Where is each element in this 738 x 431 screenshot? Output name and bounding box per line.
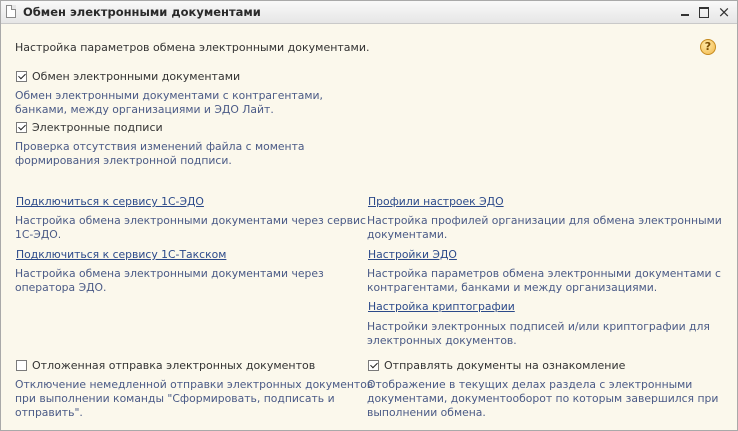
- deferred-desc-line: отправить".: [15, 406, 83, 419]
- send-for-review-checkbox[interactable]: [368, 360, 379, 371]
- signatures-label[interactable]: Электронные подписи: [32, 121, 163, 134]
- title-bar: Обмен электронными документами ×: [1, 1, 737, 24]
- review-desc-line: Отображение в текущих делах раздела с эл…: [367, 378, 693, 391]
- minimize-icon: [681, 14, 689, 16]
- crypto-desc-line: электронных документов.: [367, 334, 517, 347]
- edo-settings-desc-line: Настройка параметров обмена электронными…: [367, 267, 721, 280]
- window-title: Обмен электронными документами: [23, 5, 261, 19]
- help-icon[interactable]: ?: [700, 39, 716, 55]
- edo-description: Обмен электронными документами с контраг…: [15, 89, 323, 117]
- signatures-description: Проверка отсутствия изменений файла с мо…: [15, 140, 305, 168]
- send-for-review-description: Отображение в текущих делах раздела с эл…: [367, 378, 718, 420]
- crypto-settings-description: Настройки электронных подписей и/или кри…: [367, 320, 710, 348]
- review-desc-line: документами, документооборот по которым …: [367, 392, 719, 405]
- edo-label[interactable]: Обмен электронными документами: [32, 70, 240, 83]
- edo-desc-line: Обмен электронными документами с контраг…: [15, 89, 323, 102]
- connect-1c-edo-desc-line: Настройка обмена электронными документам…: [15, 214, 366, 227]
- maximize-icon: [699, 7, 709, 18]
- connect-taxcom-link[interactable]: Подключиться к сервису 1С-Такском: [16, 248, 226, 261]
- signatures-checkbox[interactable]: [16, 122, 27, 133]
- edo-profiles-description: Настройка профилей организации для обмен…: [367, 214, 722, 242]
- deferred-sending-checkbox[interactable]: [16, 360, 27, 371]
- crypto-desc-line: Настройки электронных подписей и/или кри…: [367, 320, 710, 333]
- edo-settings-link[interactable]: Настройки ЭДО: [368, 248, 457, 261]
- edo-settings-desc-line: контрагентами, банками и между организац…: [367, 281, 658, 294]
- connect-taxcom-desc-line: оператора ЭДО.: [15, 281, 107, 294]
- connect-1c-edo-description: Настройка обмена электронными документам…: [15, 214, 366, 242]
- settings-window: Обмен электронными документами × Настрой…: [0, 0, 738, 431]
- deferred-desc-line: Отключение немедленной отправки электрон…: [15, 378, 374, 391]
- connect-1c-edo-desc-line: 1С-ЭДО.: [15, 228, 62, 241]
- crypto-settings-link[interactable]: Настройка криптографии: [368, 300, 515, 313]
- review-desc-line: выполнении обмена.: [367, 406, 486, 419]
- document-icon: [6, 5, 16, 18]
- edo-profiles-desc-line: Настройка профилей организации для обмен…: [367, 214, 722, 227]
- maximize-button[interactable]: [696, 4, 712, 20]
- header-text: Настройка параметров обмена электронными…: [15, 41, 370, 54]
- signatures-desc-line: формирования электронной подписи.: [15, 154, 232, 167]
- send-for-review-label[interactable]: Отправлять документы на ознакомление: [384, 359, 625, 372]
- connect-taxcom-description: Настройка обмена электронными документам…: [15, 267, 324, 295]
- connect-1c-edo-link[interactable]: Подключиться к сервису 1С-ЭДО: [16, 195, 204, 208]
- close-button[interactable]: ×: [716, 4, 732, 20]
- edo-settings-description: Настройка параметров обмена электронными…: [367, 267, 721, 295]
- connect-taxcom-desc-line: Настройка обмена электронными документам…: [15, 267, 324, 280]
- signatures-desc-line: Проверка отсутствия изменений файла с мо…: [15, 140, 305, 153]
- edo-desc-line: банками, между организациями и ЭДО Лайт.: [15, 103, 274, 116]
- minimize-button[interactable]: [677, 4, 693, 20]
- edo-profiles-link[interactable]: Профили настроек ЭДО: [368, 195, 504, 208]
- edo-checkbox[interactable]: [16, 71, 27, 82]
- deferred-sending-label[interactable]: Отложенная отправка электронных документ…: [32, 359, 315, 372]
- deferred-sending-description: Отключение немедленной отправки электрон…: [15, 378, 373, 420]
- edo-profiles-desc-line: документами.: [367, 228, 448, 241]
- deferred-desc-line: при выполнении команды "Сформировать, по…: [15, 392, 335, 405]
